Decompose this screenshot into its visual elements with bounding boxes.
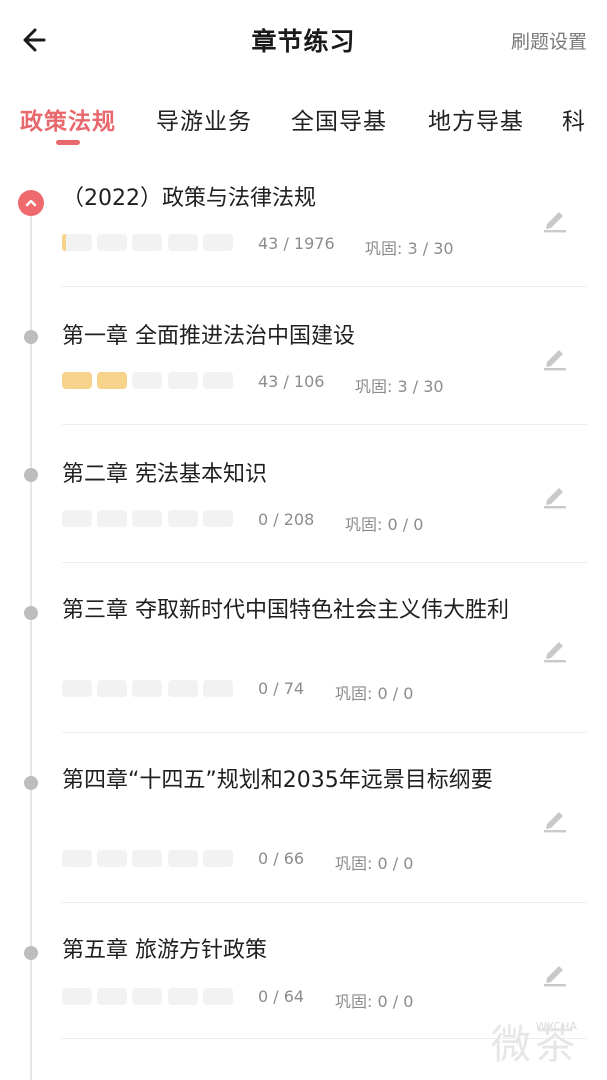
question-count: 0 / 208 <box>258 510 315 529</box>
chapter-title: 第三章 夺取新时代中国特色社会主义伟大胜利 <box>62 598 509 623</box>
review-count: 巩固: 0 / 0 <box>335 992 414 1011</box>
progress-segment <box>168 988 198 1005</box>
progress-segment <box>203 988 233 1005</box>
chapter-practice-screen: 章节练习 刷题设置 政策法规 导游业务 全国导基 地方导基 科 （2022）政策… <box>0 0 607 1080</box>
progress-segment <box>62 850 92 867</box>
category-tabs: 政策法规 导游业务 全国导基 地方导基 科 <box>0 98 607 154</box>
tab-guide-business[interactable]: 导游业务 <box>156 102 252 136</box>
chapter-title: （2022）政策与法律法规 <box>62 186 316 211</box>
question-count: 0 / 74 <box>258 679 305 698</box>
tab-local-basics[interactable]: 地方导基 <box>428 102 524 136</box>
progress-segment <box>203 850 233 867</box>
timeline-dot <box>24 468 38 482</box>
progress-segment <box>132 510 162 527</box>
progress-segment <box>97 510 127 527</box>
progress-segment <box>168 372 198 389</box>
progress-segment <box>168 510 198 527</box>
review-count: 巩固: 0 / 0 <box>345 515 424 534</box>
collapse-toggle[interactable] <box>18 190 44 216</box>
progress-segment <box>97 234 127 251</box>
header: 章节练习 刷题设置 <box>0 0 607 80</box>
progress-segment <box>168 234 198 251</box>
progress-segment <box>62 510 92 527</box>
divider <box>62 562 587 563</box>
timeline-dot <box>24 606 38 620</box>
pencil-icon[interactable] <box>540 634 570 664</box>
active-tab-indicator <box>56 140 80 145</box>
chapter-title: 第二章 宪法基本知识 <box>62 462 267 487</box>
divider <box>62 286 587 287</box>
progress-segment <box>97 372 127 389</box>
pencil-icon[interactable] <box>540 804 570 834</box>
progress-segment <box>62 234 92 251</box>
progress-segment <box>203 510 233 527</box>
pencil-icon[interactable] <box>540 480 570 510</box>
progress-segment <box>168 680 198 697</box>
progress-segment <box>132 372 162 389</box>
chapter-title: 第一章 全面推进法治中国建设 <box>62 324 355 349</box>
quiz-settings-button[interactable]: 刷题设置 <box>511 27 587 54</box>
timeline-dot <box>24 330 38 344</box>
pencil-icon[interactable] <box>540 958 570 988</box>
watermark-sub: WXCHA <box>535 1020 577 1033</box>
question-count: 43 / 106 <box>258 372 325 391</box>
review-count: 巩固: 0 / 0 <box>335 684 414 703</box>
review-count: 巩固: 3 / 30 <box>355 377 444 396</box>
progress-segment <box>62 680 92 697</box>
review-count: 巩固: 3 / 30 <box>365 239 454 258</box>
chevron-up-icon <box>25 199 37 207</box>
tab-national-basics[interactable]: 全国导基 <box>291 102 387 136</box>
progress-segment <box>132 850 162 867</box>
progress-segment <box>97 988 127 1005</box>
progress-segment <box>132 234 162 251</box>
progress-segment <box>203 372 233 389</box>
chapter-title: 第五章 旅游方针政策 <box>62 938 267 963</box>
divider <box>62 732 587 733</box>
timeline-dot <box>24 776 38 790</box>
review-count: 巩固: 0 / 0 <box>335 854 414 873</box>
tab-policy-law[interactable]: 政策法规 <box>20 102 116 136</box>
question-count: 43 / 1976 <box>258 234 335 253</box>
pencil-icon[interactable] <box>540 204 570 234</box>
progress-segment <box>62 372 92 389</box>
progress-segment <box>203 680 233 697</box>
divider <box>62 902 587 903</box>
question-count: 0 / 66 <box>258 849 305 868</box>
question-count: 0 / 64 <box>258 987 305 1006</box>
progress-segment <box>132 988 162 1005</box>
progress-segment <box>132 680 162 697</box>
pencil-icon[interactable] <box>540 342 570 372</box>
timeline-dot <box>24 946 38 960</box>
divider <box>62 424 587 425</box>
progress-segment <box>97 680 127 697</box>
chapter-title: 第四章“十四五”规划和2035年远景目标纲要 <box>62 768 493 793</box>
progress-segment <box>62 988 92 1005</box>
progress-segment <box>203 234 233 251</box>
progress-segment <box>97 850 127 867</box>
tab-more[interactable]: 科 <box>562 102 586 136</box>
progress-segment <box>168 850 198 867</box>
